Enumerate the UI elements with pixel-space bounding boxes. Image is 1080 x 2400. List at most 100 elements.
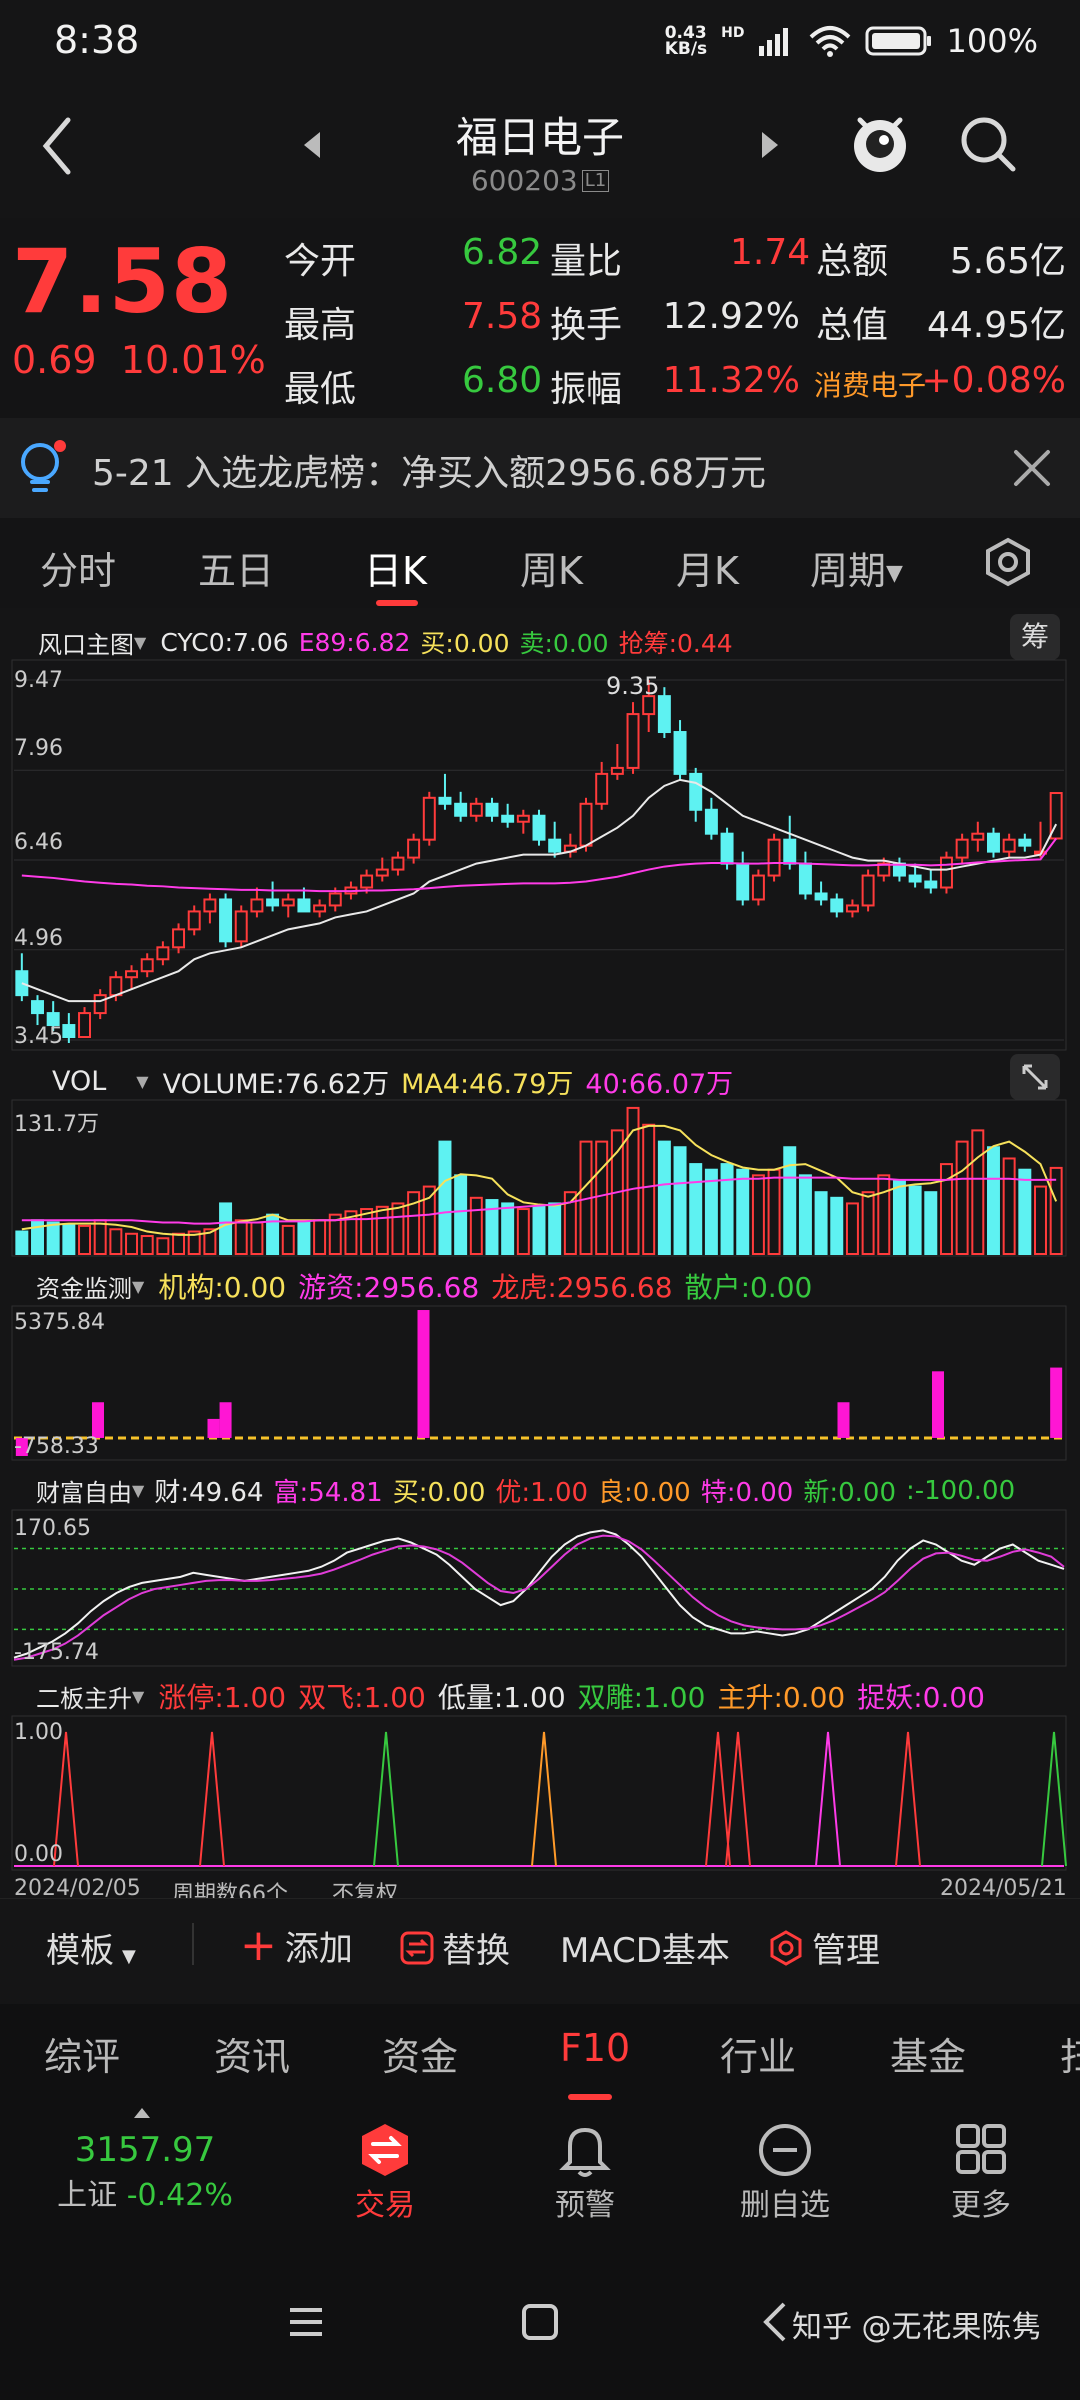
candle-body (861, 874, 875, 907)
candle-body (673, 731, 687, 775)
volume-bar (454, 1174, 468, 1256)
tab-funds-flow[interactable]: 资金 (382, 2026, 458, 2081)
volume-bar (689, 1163, 703, 1256)
candle-body (281, 898, 295, 907)
candle-body (783, 838, 797, 865)
tab-industry[interactable]: 行业 (720, 2026, 796, 2081)
volume-bar (140, 1235, 154, 1256)
alert-button[interactable]: 预警 (530, 2122, 640, 2224)
fund-bar (207, 1418, 220, 1438)
candle-body (830, 898, 844, 913)
volume-bar (955, 1140, 969, 1256)
volume-bar (360, 1208, 374, 1255)
candle-body (360, 874, 374, 889)
candle-body (1002, 838, 1016, 853)
caret-up-icon[interactable] (132, 2106, 152, 2120)
candle-body (626, 713, 640, 769)
candle-body (454, 802, 468, 817)
peak-price-label: 9.35 (606, 672, 660, 700)
candle-body (798, 862, 812, 895)
volume-bar (1034, 1185, 1047, 1255)
trade-button[interactable]: 交易 (330, 2122, 440, 2224)
volume-bar (78, 1224, 92, 1256)
candle-body (689, 772, 703, 811)
volume-bar (877, 1174, 891, 1256)
volume-bar (31, 1219, 44, 1255)
wealth-chart-frame (11, 1509, 1067, 1667)
vol-y-label: 131.7万 (14, 1112, 99, 1137)
volume-bar (125, 1232, 139, 1256)
minus-circle-icon (759, 2124, 811, 2176)
index-name: 上证 (57, 2178, 118, 2213)
back-nav-icon[interactable] (760, 2300, 790, 2344)
replace-button[interactable]: 替换 (400, 1923, 510, 1972)
candle-body (156, 946, 170, 961)
menu-icon[interactable] (286, 2302, 326, 2342)
fund-bar (417, 1310, 430, 1438)
candle-body (924, 880, 938, 889)
tab-fund[interactable]: 基金 (890, 2026, 966, 2081)
fund-bar (1050, 1367, 1063, 1438)
add-button[interactable]: + 添加 (240, 1921, 353, 1970)
candle-body (438, 796, 452, 805)
volume-bar (250, 1221, 264, 1255)
candle-body (971, 832, 985, 841)
index-widget[interactable]: 3157.97 上证 -0.42% (40, 2130, 250, 2214)
main-y-label: 9.47 (14, 668, 63, 693)
candle-body (610, 766, 624, 775)
candle-body (595, 772, 609, 805)
volume-bar (1049, 1166, 1063, 1256)
candle-body (548, 838, 562, 853)
series-line-富 (13, 1534, 1065, 1661)
candle-body (172, 928, 186, 949)
volume-bar (313, 1219, 327, 1255)
candle-body (125, 970, 139, 979)
volume-bar (720, 1163, 734, 1256)
settings-hexagon-icon (770, 1929, 802, 1966)
tab-more-cut[interactable]: 扫 (1060, 2026, 1080, 2081)
volume-bar (46, 1221, 60, 1255)
system-nav-bar: 知乎 @无花果陈隽 (0, 2254, 1080, 2400)
volume-bar (234, 1219, 248, 1255)
candle-body (328, 892, 342, 907)
remove-watchlist-button[interactable]: 删自选 (720, 2122, 850, 2224)
volume-bar (798, 1174, 812, 1256)
replace-icon (400, 1931, 434, 1964)
indicator-toolbar: 模板 ▼ + 添加 替换 MACD基本 管理 (0, 1898, 1080, 1989)
more-button[interactable]: 更多 (926, 2122, 1036, 2224)
candle-body (845, 904, 859, 913)
volume-bar (219, 1202, 233, 1256)
volume-bar (516, 1208, 530, 1255)
candle-body (704, 808, 718, 835)
manage-button[interactable]: 管理 (768, 1923, 880, 1972)
volume-bar (861, 1191, 875, 1256)
template-button[interactable]: 模板 ▼ (46, 1923, 136, 1972)
index-change-row: 上证 -0.42% (40, 2170, 250, 2214)
template-label: 模板 (46, 1931, 114, 1971)
toolbar-divider (192, 1923, 194, 1965)
footer-bar: 3157.97 上证 -0.42% 交易 预警 删自选 更多 (0, 2104, 1080, 2254)
volume-bar (595, 1140, 609, 1256)
k-line-charts[interactable] (0, 0, 1080, 1900)
manage-label: 管理 (812, 1931, 880, 1971)
tab-news[interactable]: 资讯 (214, 2026, 290, 2081)
volume-bar (892, 1179, 906, 1255)
volume-bar (532, 1205, 546, 1256)
candle-body (720, 832, 734, 865)
volume-bar (1002, 1157, 1016, 1255)
volume-bar (986, 1146, 1000, 1255)
macd-template-button[interactable]: MACD基本 (560, 1923, 730, 1972)
volume-bar (673, 1146, 687, 1255)
candle-body (391, 856, 405, 871)
signal-spike (705, 1731, 731, 1867)
volume-bar (704, 1168, 718, 1255)
volume-bar (172, 1232, 186, 1256)
home-icon[interactable] (520, 2302, 560, 2342)
signal-spike (815, 1731, 841, 1867)
tab-overview[interactable]: 综评 (44, 2026, 120, 2081)
candle-body (657, 695, 671, 734)
candle-body (955, 838, 969, 859)
candle-body (579, 802, 593, 847)
add-label: 添加 (284, 1929, 353, 1969)
tab-f10[interactable]: F10 (560, 2026, 630, 2070)
